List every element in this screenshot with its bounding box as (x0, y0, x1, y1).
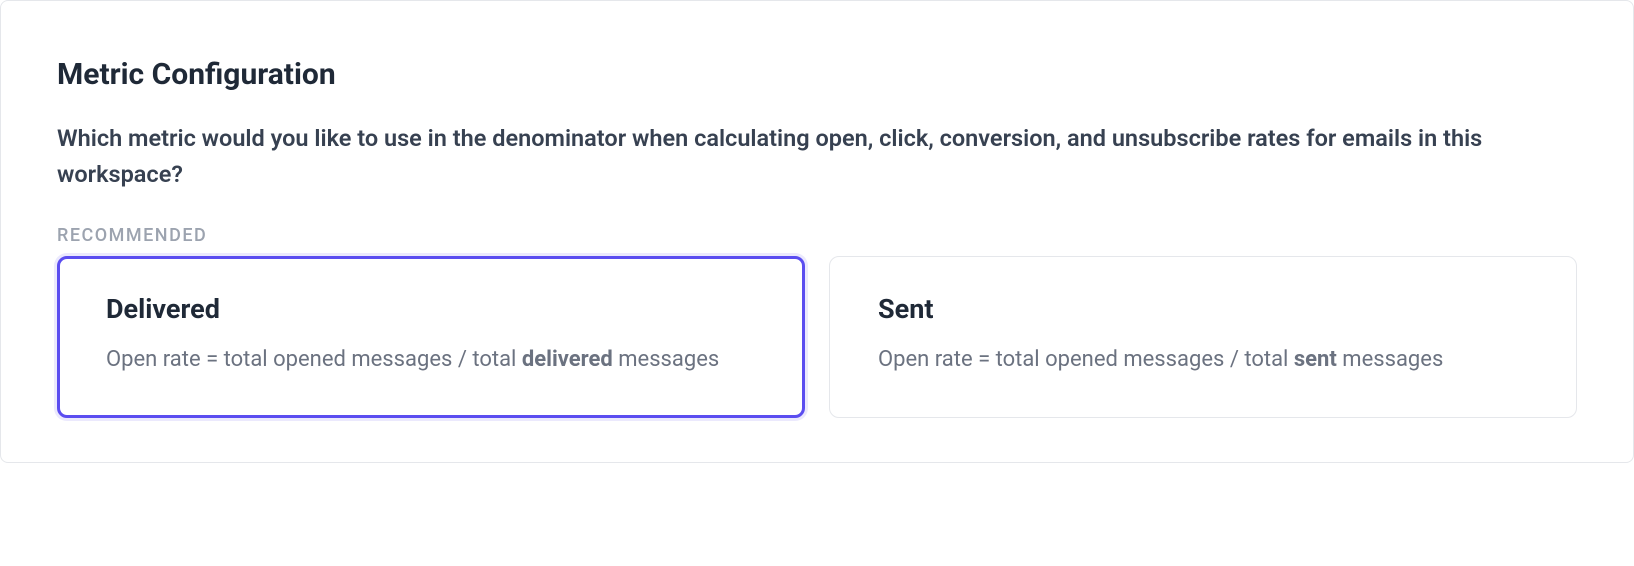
option-delivered-desc-before: Open rate = total opened messages / tota… (106, 347, 522, 372)
option-delivered-description: Open rate = total opened messages / tota… (106, 343, 756, 377)
option-sent-desc-before: Open rate = total opened messages / tota… (878, 347, 1294, 372)
option-delivered[interactable]: Delivered Open rate = total opened messa… (57, 256, 805, 418)
option-sent-desc-bold: sent (1294, 347, 1337, 372)
option-delivered-desc-bold: delivered (522, 347, 613, 372)
metric-configuration-panel: Metric Configuration Which metric would … (0, 0, 1634, 463)
option-sent[interactable]: Sent Open rate = total opened messages /… (829, 256, 1577, 418)
metric-options: Delivered Open rate = total opened messa… (57, 256, 1577, 418)
option-sent-desc-after: messages (1337, 347, 1443, 372)
option-sent-title: Sent (878, 293, 1528, 325)
option-sent-description: Open rate = total opened messages / tota… (878, 343, 1528, 377)
option-delivered-title: Delivered (106, 293, 756, 325)
recommended-label: RECOMMENDED (57, 225, 1577, 246)
panel-heading: Metric Configuration (57, 57, 1577, 92)
option-delivered-desc-after: messages (613, 347, 719, 372)
panel-question: Which metric would you like to use in th… (57, 120, 1577, 193)
